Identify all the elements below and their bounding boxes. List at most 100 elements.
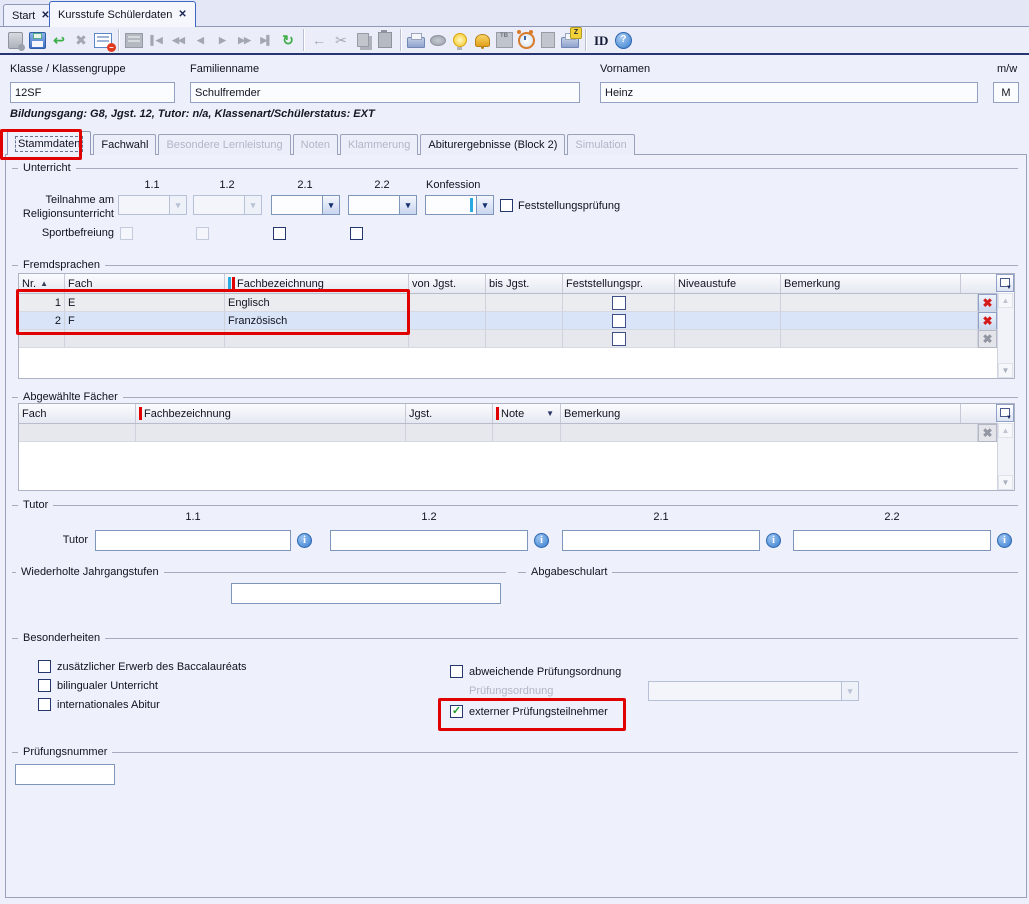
tb-export-icon[interactable]: TB xyxy=(493,29,515,51)
col-header-jgst[interactable]: Jgst. xyxy=(406,404,493,423)
id-button[interactable]: ID xyxy=(590,29,612,51)
help-icon[interactable]: ? xyxy=(612,29,634,51)
cell-von-jgst[interactable] xyxy=(409,294,486,312)
cell-niveaustufe[interactable] xyxy=(675,312,781,330)
record-list-icon[interactable] xyxy=(123,29,145,51)
record-disc-icon[interactable] xyxy=(427,29,449,51)
table-scrollbar[interactable]: ▲ ▼ xyxy=(997,423,1014,490)
reminder-icon[interactable] xyxy=(515,29,537,51)
delete-row-icon[interactable]: ✖ xyxy=(978,294,997,312)
chevron-down-icon[interactable]: ▾ xyxy=(400,195,417,215)
column-chooser-icon[interactable] xyxy=(996,274,1014,292)
cell-bemerkung[interactable] xyxy=(781,330,978,348)
tutor-12-input[interactable] xyxy=(330,530,528,551)
previous-record-icon[interactable]: ◀ xyxy=(189,29,211,51)
feststellungspr-checkbox[interactable] xyxy=(612,332,626,346)
cell-niveaustufe[interactable] xyxy=(675,294,781,312)
cell-von-jgst[interactable] xyxy=(409,330,486,348)
cell-niveaustufe[interactable] xyxy=(675,330,781,348)
info-icon[interactable]: i xyxy=(534,533,549,548)
cell-note[interactable] xyxy=(493,424,561,442)
info-icon[interactable]: i xyxy=(297,533,312,548)
religion-21-dropdown[interactable]: ▾ xyxy=(271,195,340,217)
info-icon[interactable]: i xyxy=(766,533,781,548)
tab-kursstufe-schuelerdaten[interactable]: Kursstufe Schülerdaten ✕ xyxy=(49,1,196,27)
tab-abiturergebnisse[interactable]: Abiturergebnisse (Block 2) xyxy=(420,134,565,155)
cell-feststellungspr[interactable] xyxy=(563,330,675,348)
feststellungspruefung-checkbox[interactable] xyxy=(500,199,513,212)
col-header-von-jgst[interactable]: von Jgst. xyxy=(409,274,486,293)
export-sheet-icon[interactable] xyxy=(537,29,559,51)
first-record-icon[interactable]: ▌◀ xyxy=(145,29,167,51)
cell-bemerkung[interactable] xyxy=(781,294,978,312)
delete-record-icon[interactable]: ✖ xyxy=(70,29,92,51)
sport-22-checkbox[interactable] xyxy=(350,227,363,240)
refresh-icon[interactable]: ↻ xyxy=(277,29,299,51)
delete-row-icon[interactable]: ✖ xyxy=(978,312,997,330)
paste-icon[interactable] xyxy=(374,29,396,51)
vornamen-input[interactable] xyxy=(600,82,978,103)
sport-21-checkbox[interactable] xyxy=(273,227,286,240)
print-certificate-icon[interactable]: Z xyxy=(559,29,581,51)
cell-jgst[interactable] xyxy=(406,424,493,442)
internationales-abitur-checkbox[interactable] xyxy=(38,698,51,711)
scroll-up-icon[interactable]: ▲ xyxy=(998,293,1013,308)
fast-backward-icon[interactable]: ◀◀ xyxy=(167,29,189,51)
scroll-down-icon[interactable]: ▼ xyxy=(998,475,1013,490)
table-row-empty[interactable]: ✖ xyxy=(19,424,1014,442)
col-header-bemerkung[interactable]: Bemerkung xyxy=(781,274,961,293)
last-record-icon[interactable]: ▶▌ xyxy=(255,29,277,51)
back-arrow-icon[interactable]: ← xyxy=(308,29,330,51)
wiederholte-jahrgangstufen-input[interactable] xyxy=(231,583,501,604)
col-header-fach[interactable]: Fach xyxy=(19,404,136,423)
hint-icon[interactable] xyxy=(449,29,471,51)
chevron-down-icon[interactable]: ▾ xyxy=(323,195,340,215)
tutor-22-input[interactable] xyxy=(793,530,991,551)
scroll-up-icon[interactable]: ▲ xyxy=(998,423,1013,438)
cell-feststellungspr[interactable] xyxy=(563,312,675,330)
notification-icon[interactable] xyxy=(471,29,493,51)
new-record-icon[interactable] xyxy=(4,29,26,51)
filter-down-icon[interactable]: ▼ xyxy=(546,409,554,418)
print-icon[interactable] xyxy=(405,29,427,51)
cell-fach[interactable] xyxy=(19,424,136,442)
undo-icon[interactable]: ↩ xyxy=(48,29,70,51)
remove-form-icon[interactable] xyxy=(92,29,114,51)
cell-bemerkung[interactable] xyxy=(781,312,978,330)
tab-fachwahl[interactable]: Fachwahl xyxy=(93,134,156,155)
scroll-down-icon[interactable]: ▼ xyxy=(998,363,1013,378)
bilingual-checkbox[interactable] xyxy=(38,679,51,692)
tutor-11-input[interactable] xyxy=(95,530,291,551)
info-icon[interactable]: i xyxy=(997,533,1012,548)
cell-fachbezeichnung[interactable] xyxy=(136,424,406,442)
chevron-down-icon[interactable]: ▾ xyxy=(477,195,494,215)
mw-input[interactable] xyxy=(993,82,1019,103)
cell-von-jgst[interactable] xyxy=(409,312,486,330)
col-header-niveaustufe[interactable]: Niveaustufe xyxy=(675,274,781,293)
konfession-dropdown[interactable]: ▾ xyxy=(425,195,494,217)
fast-forward-icon[interactable]: ▶▶ xyxy=(233,29,255,51)
cut-icon[interactable]: ✂ xyxy=(330,29,352,51)
copy-icon[interactable] xyxy=(352,29,374,51)
col-header-bemerkung[interactable]: Bemerkung xyxy=(561,404,961,423)
religion-22-dropdown[interactable]: ▾ xyxy=(348,195,417,217)
col-header-feststellungspr[interactable]: Feststellungspr. xyxy=(563,274,675,293)
feststellungspr-checkbox[interactable] xyxy=(612,296,626,310)
klasse-input[interactable] xyxy=(10,82,175,103)
cell-bis-jgst[interactable] xyxy=(486,330,563,348)
baccalaureat-checkbox[interactable] xyxy=(38,660,51,673)
col-header-note[interactable]: Note▼ xyxy=(493,404,561,423)
cell-bis-jgst[interactable] xyxy=(486,294,563,312)
cell-bis-jgst[interactable] xyxy=(486,312,563,330)
col-header-fachbezeichnung[interactable]: Fachbezeichnung xyxy=(136,404,406,423)
col-header-bis-jgst[interactable]: bis Jgst. xyxy=(486,274,563,293)
next-record-icon[interactable]: ▶ xyxy=(211,29,233,51)
cell-feststellungspr[interactable] xyxy=(563,294,675,312)
pruefungsnummer-input[interactable] xyxy=(15,764,115,785)
abweichende-pruefungsordnung-checkbox[interactable] xyxy=(450,665,463,678)
table-scrollbar[interactable]: ▲ ▼ xyxy=(997,293,1014,378)
familienname-input[interactable] xyxy=(190,82,580,103)
column-chooser-icon[interactable] xyxy=(996,404,1014,422)
cell-bemerkung[interactable] xyxy=(561,424,978,442)
save-icon[interactable] xyxy=(26,29,48,51)
